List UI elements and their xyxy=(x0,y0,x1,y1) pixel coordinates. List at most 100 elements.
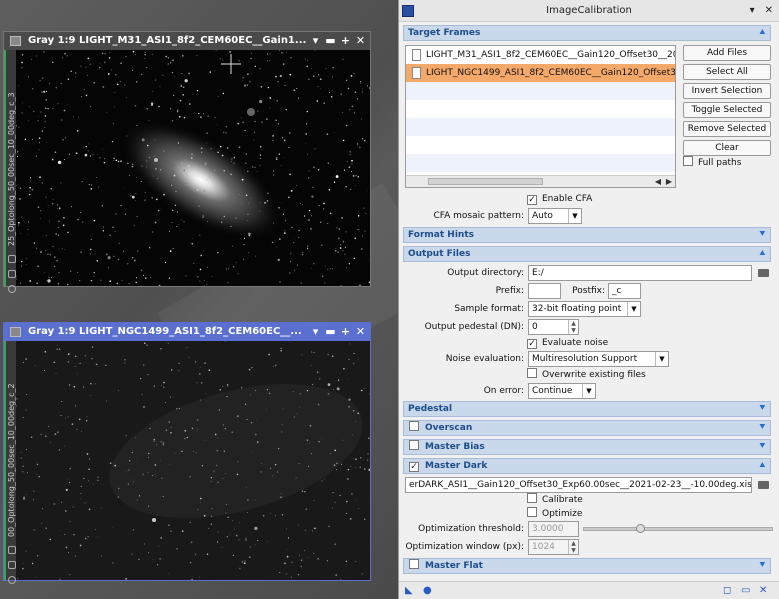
optimization-threshold-input[interactable]: 3.0000 xyxy=(528,521,579,537)
master-flat-checkbox[interactable] xyxy=(409,559,419,569)
close-button[interactable]: ✕ xyxy=(765,0,773,22)
scroll-left-icon[interactable]: ◀ xyxy=(655,176,661,187)
expand-icon[interactable]: ⯆ xyxy=(759,559,766,573)
image-window-title-bar[interactable]: Gray 1:9 LIGHT_M31_ASI1_8f2_CEM60EC__Gai… xyxy=(4,32,370,50)
star xyxy=(344,253,346,255)
minimize-button[interactable]: ▬ xyxy=(325,32,336,50)
star xyxy=(99,63,101,65)
collapse-icon[interactable]: ⯅ xyxy=(759,26,766,40)
sample-format-select[interactable]: 32-bit floating point ▼ xyxy=(528,301,641,317)
star xyxy=(152,231,154,233)
prefix-input[interactable] xyxy=(528,283,561,299)
section-master-flat[interactable]: Master Flat ⯆ xyxy=(403,558,771,574)
full-paths-checkbox[interactable]: Full paths xyxy=(683,156,741,170)
list-item[interactable]: LIGHT_M31_ASI1_8f2_CEM60EC__Gain120_Offs… xyxy=(406,46,675,64)
close-button[interactable]: ✕ xyxy=(355,323,366,341)
folder-icon[interactable] xyxy=(758,481,769,489)
output-directory-input[interactable]: E:/ xyxy=(528,265,752,281)
section-pedestal[interactable]: Pedestal ⯆ xyxy=(403,401,771,417)
section-target-frames[interactable]: Target Frames ⯅ xyxy=(403,25,771,41)
image-calibration-panel[interactable]: ImageCalibration ▾ ✕ Target Frames ⯅ LIG… xyxy=(398,0,779,599)
star xyxy=(217,151,219,153)
star xyxy=(57,431,59,433)
star xyxy=(356,143,359,145)
documentation-icon[interactable]: ▭ xyxy=(741,585,750,596)
expand-icon[interactable]: ⯆ xyxy=(759,440,766,454)
select-all-button[interactable]: Select All xyxy=(683,64,771,80)
expand-icon[interactable]: ⯆ xyxy=(759,421,766,435)
scroll-right-icon[interactable]: ▶ xyxy=(666,176,672,187)
section-master-dark[interactable]: ✓ Master Dark ⯅ xyxy=(403,458,771,474)
toggle-selected-button[interactable]: Toggle Selected xyxy=(683,102,771,118)
maximize-button[interactable]: + xyxy=(340,323,351,341)
evaluate-noise-checkbox[interactable]: ✓ Evaluate noise xyxy=(527,336,608,350)
star xyxy=(303,215,306,217)
panel-title-bar[interactable]: ImageCalibration ▾ ✕ xyxy=(399,0,779,22)
optimization-window-input[interactable]: 1024 ▲ ▼ xyxy=(528,539,579,555)
image-window-title-bar[interactable]: Gray 1:9 LIGHT_NGC1499_ASI1_8f2_CEM60EC_… xyxy=(4,323,370,341)
star xyxy=(239,194,240,195)
stf-icon[interactable] xyxy=(8,561,16,569)
slider-handle[interactable] xyxy=(636,524,645,533)
overscan-checkbox[interactable] xyxy=(409,421,419,431)
shade-button[interactable]: ▾ xyxy=(750,0,755,22)
master-dark-checkbox[interactable]: ✓ xyxy=(409,462,419,472)
on-error-select[interactable]: Continue ▼ xyxy=(528,383,596,399)
enable-cfa-checkbox[interactable]: ✓ Enable CFA xyxy=(527,192,592,206)
shade-button[interactable]: ▾ xyxy=(310,323,321,341)
optimization-threshold-slider[interactable] xyxy=(583,524,773,533)
horizontal-scrollbar[interactable]: ◀ ▶ xyxy=(406,175,675,187)
star xyxy=(199,367,201,368)
overwrite-checkbox[interactable]: Overwrite existing files xyxy=(527,368,646,382)
stf-icon[interactable] xyxy=(8,270,16,278)
scrollbar-thumb[interactable] xyxy=(428,178,543,185)
maximize-button[interactable]: + xyxy=(340,32,351,50)
shade-button[interactable]: ▾ xyxy=(310,32,321,50)
section-overscan[interactable]: Overscan ⯆ xyxy=(403,420,771,436)
add-files-button[interactable]: Add Files xyxy=(683,45,771,61)
remove-selected-button[interactable]: Remove Selected xyxy=(683,121,771,137)
preview-icon[interactable] xyxy=(8,285,16,293)
close-button[interactable]: ✕ xyxy=(355,32,366,50)
spin-arrows-icon[interactable]: ▲ ▼ xyxy=(568,540,578,554)
collapse-icon[interactable]: ⯅ xyxy=(759,459,766,473)
section-format-hints[interactable]: Format Hints ⯆ xyxy=(403,227,771,243)
cfa-pattern-select[interactable]: Auto ▼ xyxy=(528,208,582,224)
list-item[interactable]: LIGHT_NGC1499_ASI1_8f2_CEM60EC__Gain120_… xyxy=(406,64,675,82)
minimize-button[interactable]: ▬ xyxy=(325,323,336,341)
noise-evaluation-select[interactable]: Multiresolution Support ▼ xyxy=(528,351,669,367)
star xyxy=(52,203,54,205)
image-window-m31[interactable]: Gray 1:9 LIGHT_M31_ASI1_8f2_CEM60EC__Gai… xyxy=(3,31,371,293)
star xyxy=(141,165,143,167)
star xyxy=(199,280,201,282)
section-output-files[interactable]: Output Files ⯅ xyxy=(403,246,771,262)
target-frames-list[interactable]: LIGHT_M31_ASI1_8f2_CEM60EC__Gain120_Offs… xyxy=(405,45,676,188)
circle-icon[interactable]: ● xyxy=(423,585,432,596)
invert-selection-button[interactable]: Invert Selection xyxy=(683,83,771,99)
image-canvas-ngc1499[interactable] xyxy=(16,341,370,580)
collapse-icon[interactable]: ⯅ xyxy=(759,247,766,261)
section-master-bias[interactable]: Master Bias ⯆ xyxy=(403,439,771,455)
postfix-input[interactable]: _c xyxy=(608,283,641,299)
reset-icon[interactable]: ✕ xyxy=(759,585,767,596)
clear-button[interactable]: Clear xyxy=(683,140,771,156)
mask-icon[interactable] xyxy=(8,255,16,263)
master-bias-checkbox[interactable] xyxy=(409,440,419,450)
star xyxy=(259,164,261,166)
optimize-checkbox[interactable]: Optimize xyxy=(527,507,582,521)
new-instance-icon[interactable]: ◻ xyxy=(723,585,731,596)
triangle-icon[interactable]: ◣ xyxy=(405,585,413,596)
expand-icon[interactable]: ⯆ xyxy=(759,228,766,242)
image-window-ngc1499[interactable]: Gray 1:9 LIGHT_NGC1499_ASI1_8f2_CEM60EC_… xyxy=(3,322,371,584)
preview-icon[interactable] xyxy=(8,576,16,584)
mask-icon[interactable] xyxy=(8,546,16,554)
image-canvas-m31[interactable] xyxy=(16,50,370,286)
star xyxy=(335,250,337,252)
expand-icon[interactable]: ⯆ xyxy=(759,402,766,416)
master-dark-path-input[interactable]: erDARK_ASI1__Gain120_Offset30_Exp60.00se… xyxy=(405,477,752,493)
star xyxy=(190,541,193,544)
calibrate-checkbox[interactable]: Calibrate xyxy=(527,493,583,507)
output-pedestal-input[interactable]: 0 ▲ ▼ xyxy=(528,319,579,335)
spin-arrows-icon[interactable]: ▲ ▼ xyxy=(568,320,578,334)
folder-icon[interactable] xyxy=(758,269,769,277)
